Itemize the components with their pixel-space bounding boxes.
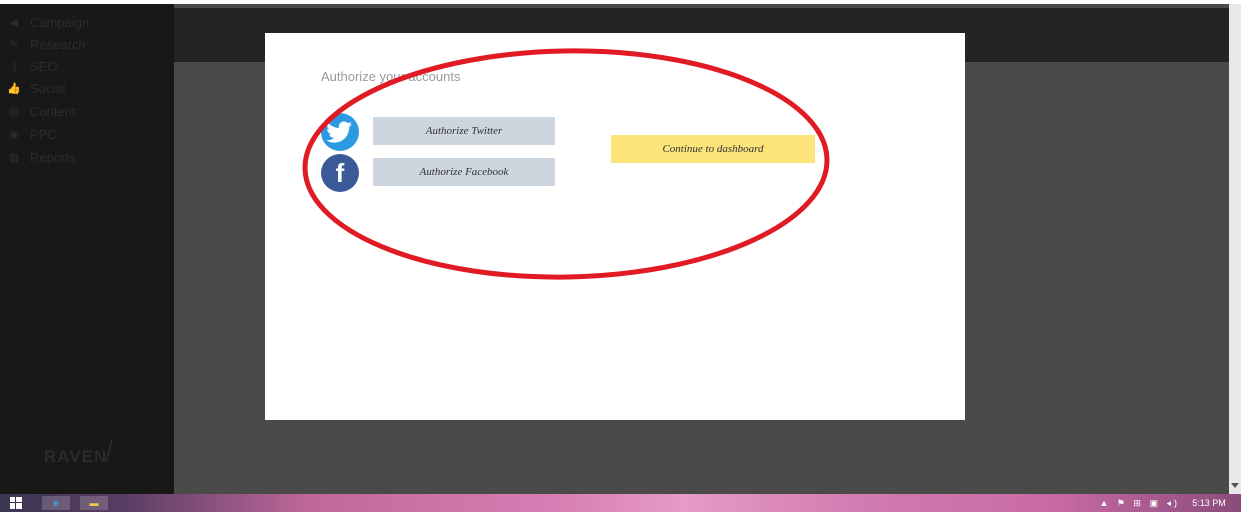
reports-icon: ▦ <box>8 151 20 164</box>
sidebar-item-research[interactable]: ✎ Research <box>6 34 86 54</box>
authorize-modal: Authorize your accounts Authorize Twitte… <box>265 33 965 420</box>
sidebar-item-label: Research <box>30 36 86 52</box>
internet-explorer-taskbar-button[interactable]: e <box>42 496 70 510</box>
twitter-bird-icon <box>327 121 352 143</box>
sidebar-item-label: Campaign <box>30 14 90 30</box>
facebook-icon[interactable]: f <box>321 154 359 192</box>
sidebar-item-label: PPC <box>30 126 57 142</box>
logo-mark <box>105 440 127 462</box>
continue-to-dashboard-button[interactable]: Continue to dashboard <box>611 135 815 163</box>
sidebar-item-campaign[interactable]: ◀ Campaign <box>6 12 90 32</box>
ppc-icon: ◉ <box>9 128 19 141</box>
scroll-down-arrow-icon[interactable] <box>1231 483 1239 488</box>
page-scrollbar[interactable] <box>1229 4 1241 494</box>
megaphone-icon: ◀ <box>9 16 19 29</box>
authorize-facebook-button[interactable]: Authorize Facebook <box>373 158 555 186</box>
sidebar-item-label: Content <box>30 103 76 119</box>
sidebar-item-content[interactable]: ▤ Content <box>6 101 76 121</box>
windows-taskbar: e ▬ ▲ ⚑ ⊞ ▣ ◂) 5:13 PM <box>0 494 1241 512</box>
content-icon: ▤ <box>8 105 20 118</box>
folder-icon: ▬ <box>89 498 99 508</box>
sidebar-item-label: Reports <box>30 149 76 165</box>
sidebar-item-ppc[interactable]: ◉ PPC <box>6 124 57 144</box>
windows-logo-icon <box>10 497 22 509</box>
raven-logo: RAVEN <box>44 447 108 466</box>
modal-title: Authorize your accounts <box>321 69 461 84</box>
system-tray[interactable]: ▲ ⚑ ⊞ ▣ ◂) <box>1070 496 1180 510</box>
sidebar: ◀ Campaign ✎ Research ⚷ SEO 👍 Social ▤ C… <box>0 4 174 494</box>
sidebar-item-reports[interactable]: ▦ Reports <box>6 147 76 167</box>
twitter-icon[interactable] <box>321 113 359 151</box>
sidebar-item-label: SEO <box>30 58 58 74</box>
file-explorer-taskbar-button[interactable]: ▬ <box>80 496 108 510</box>
sidebar-item-label: Social <box>30 80 66 96</box>
taskbar-clock[interactable]: 5:13 PM <box>1182 496 1236 510</box>
authorize-twitter-button[interactable]: Authorize Twitter <box>373 117 555 145</box>
thumbs-up-icon: 👍 <box>7 82 21 95</box>
app-window: ◀ Campaign ✎ Research ⚷ SEO 👍 Social ▤ C… <box>0 4 1241 494</box>
sidebar-item-seo[interactable]: ⚷ SEO <box>6 56 58 76</box>
sidebar-item-social[interactable]: 👍 Social <box>6 78 65 98</box>
internet-explorer-icon: e <box>53 498 59 508</box>
start-button[interactable] <box>6 496 26 510</box>
key-icon: ⚷ <box>9 60 19 73</box>
facebook-f-glyph: f <box>335 157 345 188</box>
research-icon: ✎ <box>9 38 19 51</box>
